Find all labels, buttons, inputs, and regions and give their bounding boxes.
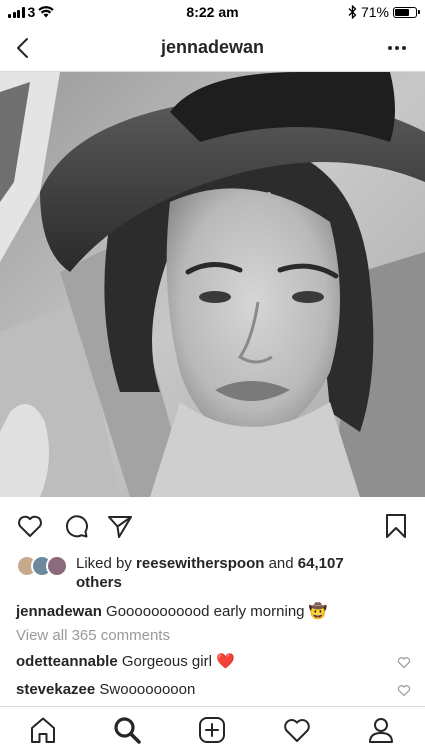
instagram-post-screen: 3 8:22 am 71% jennadewan Liked by reesew… xyxy=(0,0,425,756)
post-photo[interactable] xyxy=(0,72,425,497)
comment-icon[interactable] xyxy=(62,512,90,540)
comment-username[interactable]: stevekazee xyxy=(16,680,95,699)
likes-and: and xyxy=(268,555,294,572)
bookmark-icon[interactable] xyxy=(382,512,410,540)
post-header: jennadewan xyxy=(0,24,425,72)
status-right: 71% xyxy=(348,4,420,20)
heart-outline-icon[interactable] xyxy=(397,683,411,697)
post-actions xyxy=(0,508,425,544)
paper-plane-icon[interactable] xyxy=(106,512,134,540)
carrier-label: 3 xyxy=(27,4,36,20)
tab-bar xyxy=(0,706,425,756)
header-username[interactable]: jennadewan xyxy=(161,37,264,58)
battery-icon xyxy=(393,6,420,18)
chevron-left-icon[interactable] xyxy=(10,34,38,62)
liker-avatars[interactable] xyxy=(16,555,70,577)
comment-text: Gorgeous girl xyxy=(121,653,212,670)
likes-count[interactable]: 64,107 xyxy=(298,555,344,572)
red-heart-emoji-icon: ❤️ xyxy=(216,653,235,670)
avatar xyxy=(46,555,68,577)
heart-outline-icon[interactable] xyxy=(397,655,411,669)
search-icon[interactable] xyxy=(112,715,142,745)
battery-percent: 71% xyxy=(360,4,389,20)
caption-text: Gooooooooood early morning xyxy=(106,603,305,620)
battery-level xyxy=(395,8,410,16)
comment-username[interactable]: odetteannable xyxy=(16,652,118,671)
likes-others[interactable]: others xyxy=(76,574,122,591)
bluetooth-icon xyxy=(348,5,357,19)
photo-image xyxy=(0,72,425,497)
status-bar: 3 8:22 am 71% xyxy=(0,0,425,24)
activity-heart-icon[interactable] xyxy=(282,715,312,745)
cowboy-emoji-icon: 🤠 xyxy=(308,603,328,620)
more-horizontal-icon[interactable] xyxy=(385,36,409,60)
heart-outline-icon[interactable] xyxy=(16,512,44,540)
view-all-comments-link[interactable]: View all 365 comments xyxy=(16,627,170,644)
likes-prefix: Liked by xyxy=(76,555,132,572)
likes-user[interactable]: reesewitherspoon xyxy=(136,555,264,572)
likes-text[interactable]: Liked by reesewitherspoon and 64,107 oth… xyxy=(76,554,344,592)
signal-icon xyxy=(8,6,25,18)
comment-row: stevekazee Swoooooooon xyxy=(16,680,411,699)
caption-username[interactable]: jennadewan xyxy=(16,603,102,620)
wifi-icon xyxy=(38,6,54,18)
comment-text: Swoooooooon xyxy=(99,681,196,698)
likes-row: Liked by reesewitherspoon and 64,107 oth… xyxy=(16,554,411,592)
home-icon[interactable] xyxy=(28,715,58,745)
status-left: 3 xyxy=(8,4,54,20)
profile-icon[interactable] xyxy=(366,715,396,745)
comment-row: odetteannable Gorgeous girl ❤️ xyxy=(16,652,411,671)
post-caption: jennadewan Gooooooooood early morning 🤠 xyxy=(16,602,411,621)
new-post-icon[interactable] xyxy=(197,715,227,745)
